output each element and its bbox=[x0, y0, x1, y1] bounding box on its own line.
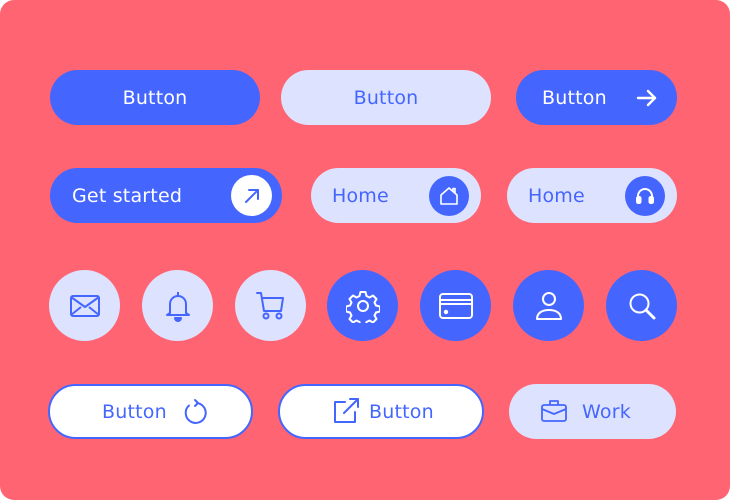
cart-icon bbox=[255, 290, 287, 322]
external-link-button-label: Button bbox=[369, 400, 434, 423]
briefcase-icon bbox=[540, 399, 568, 423]
get-started-button[interactable]: Get started bbox=[50, 168, 282, 223]
mail-icon bbox=[69, 293, 101, 319]
home-button-label: Home bbox=[332, 184, 389, 207]
button-showcase-canvas: Button Button Button Get started Home Ho… bbox=[0, 0, 730, 500]
refresh-button[interactable]: Button bbox=[48, 384, 253, 439]
work-button[interactable]: Work bbox=[509, 384, 676, 439]
arrow-button[interactable]: Button bbox=[516, 70, 677, 125]
profile-button[interactable] bbox=[513, 270, 584, 341]
home-button[interactable]: Home bbox=[311, 168, 481, 223]
cart-button[interactable] bbox=[235, 270, 306, 341]
gear-icon bbox=[345, 289, 380, 323]
arrow-right-icon bbox=[635, 86, 659, 110]
home-headphones-label: Home bbox=[528, 184, 585, 207]
external-link-button[interactable]: Button bbox=[278, 384, 484, 439]
credit-card-icon bbox=[438, 292, 474, 320]
home-icon bbox=[429, 176, 469, 216]
refresh-icon bbox=[180, 398, 208, 426]
secondary-button-label: Button bbox=[353, 86, 419, 109]
settings-button[interactable] bbox=[327, 270, 398, 341]
arrow-button-label: Button bbox=[542, 86, 607, 109]
work-button-label: Work bbox=[582, 400, 631, 423]
secondary-button[interactable]: Button bbox=[281, 70, 491, 125]
headphones-icon bbox=[625, 176, 665, 216]
arrow-up-right-icon bbox=[231, 175, 272, 216]
search-icon bbox=[627, 291, 657, 321]
primary-button-label: Button bbox=[122, 86, 188, 109]
mail-button[interactable] bbox=[49, 270, 120, 341]
home-headphones-button[interactable]: Home bbox=[507, 168, 677, 223]
user-icon bbox=[534, 290, 564, 322]
bell-button[interactable] bbox=[142, 270, 213, 341]
bell-icon bbox=[164, 290, 192, 322]
payment-button[interactable] bbox=[420, 270, 491, 341]
external-link-icon bbox=[331, 396, 361, 426]
search-button[interactable] bbox=[606, 270, 677, 341]
get-started-label: Get started bbox=[72, 184, 183, 207]
primary-button[interactable]: Button bbox=[50, 70, 260, 125]
refresh-button-label: Button bbox=[102, 400, 167, 423]
